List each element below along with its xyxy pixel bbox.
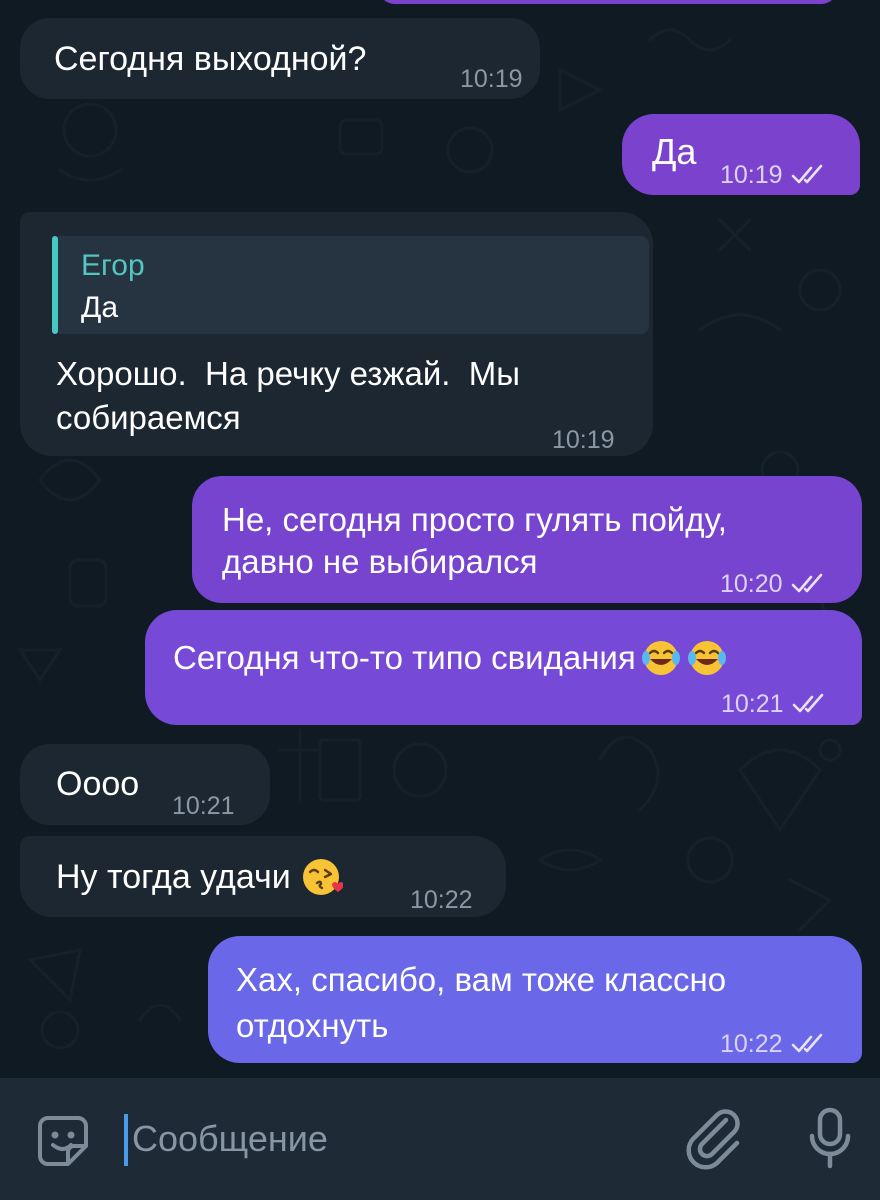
outgoing-message[interactable]: Сегодня что-то типо свидания 10:21	[145, 610, 862, 725]
attach-button[interactable]	[686, 1108, 742, 1170]
kiss-face-icon	[301, 856, 343, 898]
message-text: Сегодня выходной?	[54, 40, 367, 78]
message-text-content: Сегодня что-то типо свидания	[173, 639, 636, 676]
message-text-line-2: давно не выбирался	[222, 543, 538, 580]
double-check-icon	[791, 573, 822, 593]
sticker-button[interactable]	[36, 1114, 90, 1168]
message-time: 10:22	[720, 1030, 783, 1058]
outgoing-bubble-partial	[378, 0, 838, 4]
message-time: 10:21	[172, 792, 235, 820]
laughing-tears-icon	[641, 639, 728, 677]
incoming-message[interactable]: Сегодня выходной? 10:19	[20, 18, 540, 99]
outgoing-message[interactable]: Не, сегодня просто гулять пойду, давно н…	[192, 476, 862, 603]
message-text-line-2: собираемся	[56, 399, 241, 436]
message-time: 10:19	[552, 426, 615, 454]
message-text-line-1: Хах, спасибо, вам тоже классно	[236, 961, 727, 998]
double-check-icon	[792, 693, 823, 713]
message-input[interactable]: Сообщение	[132, 1119, 328, 1159]
voice-button[interactable]	[806, 1106, 854, 1170]
message-time: 10:20	[720, 570, 783, 598]
paperclip-icon	[686, 1109, 740, 1170]
message-time: 10:22	[410, 886, 473, 914]
microphone-icon	[809, 1107, 851, 1169]
message-time-group: 10:19	[720, 155, 825, 195]
message-text-content: Ну тогда удачи	[56, 858, 291, 896]
message-time: 10:19	[720, 161, 783, 189]
message-text: Да	[652, 131, 697, 172]
message-text-line-1: Хорошо. На речку езжай. Мы	[56, 355, 520, 392]
double-check-icon	[791, 164, 822, 184]
message-time: 10:19	[460, 65, 523, 93]
double-check-icon	[791, 1033, 822, 1053]
message-text: Оооо	[56, 765, 140, 803]
message-text-line-2: отдохнуть	[236, 1007, 389, 1044]
message-time-group: 10:20	[720, 564, 825, 604]
outgoing-message[interactable]: Да 10:19	[622, 114, 860, 195]
text-cursor	[124, 1114, 128, 1166]
message-time-group: 10:22	[720, 1024, 825, 1064]
chat-area[interactable]: Сегодня выходной? 10:19 Да 10:19 Егор Да…	[0, 0, 880, 1078]
reply-quote[interactable]: Егор Да	[52, 236, 649, 334]
message-text-line-1: Не, сегодня просто гулять пойду,	[222, 501, 727, 538]
message-input-bar: Сообщение	[0, 1078, 880, 1200]
sticker-icon	[38, 1116, 88, 1166]
reply-text: Да	[81, 291, 119, 324]
outgoing-message[interactable]: Хах, спасибо, вам тоже классно отдохнуть…	[208, 936, 862, 1063]
reply-author: Егор	[81, 249, 145, 282]
message-text: Ну тогда удачи	[56, 856, 343, 898]
reply-accent-bar	[52, 236, 58, 334]
message-time-group: 10:21	[721, 684, 826, 724]
incoming-message[interactable]: Ну тогда удачи 10:22	[20, 836, 506, 917]
incoming-message-with-reply[interactable]: Егор Да Хорошо. На речку езжай. Мы собир…	[20, 212, 653, 456]
incoming-message[interactable]: Оооо 10:21	[20, 744, 270, 825]
message-text: Сегодня что-то типо свидания	[173, 638, 728, 678]
message-time: 10:21	[721, 690, 784, 718]
